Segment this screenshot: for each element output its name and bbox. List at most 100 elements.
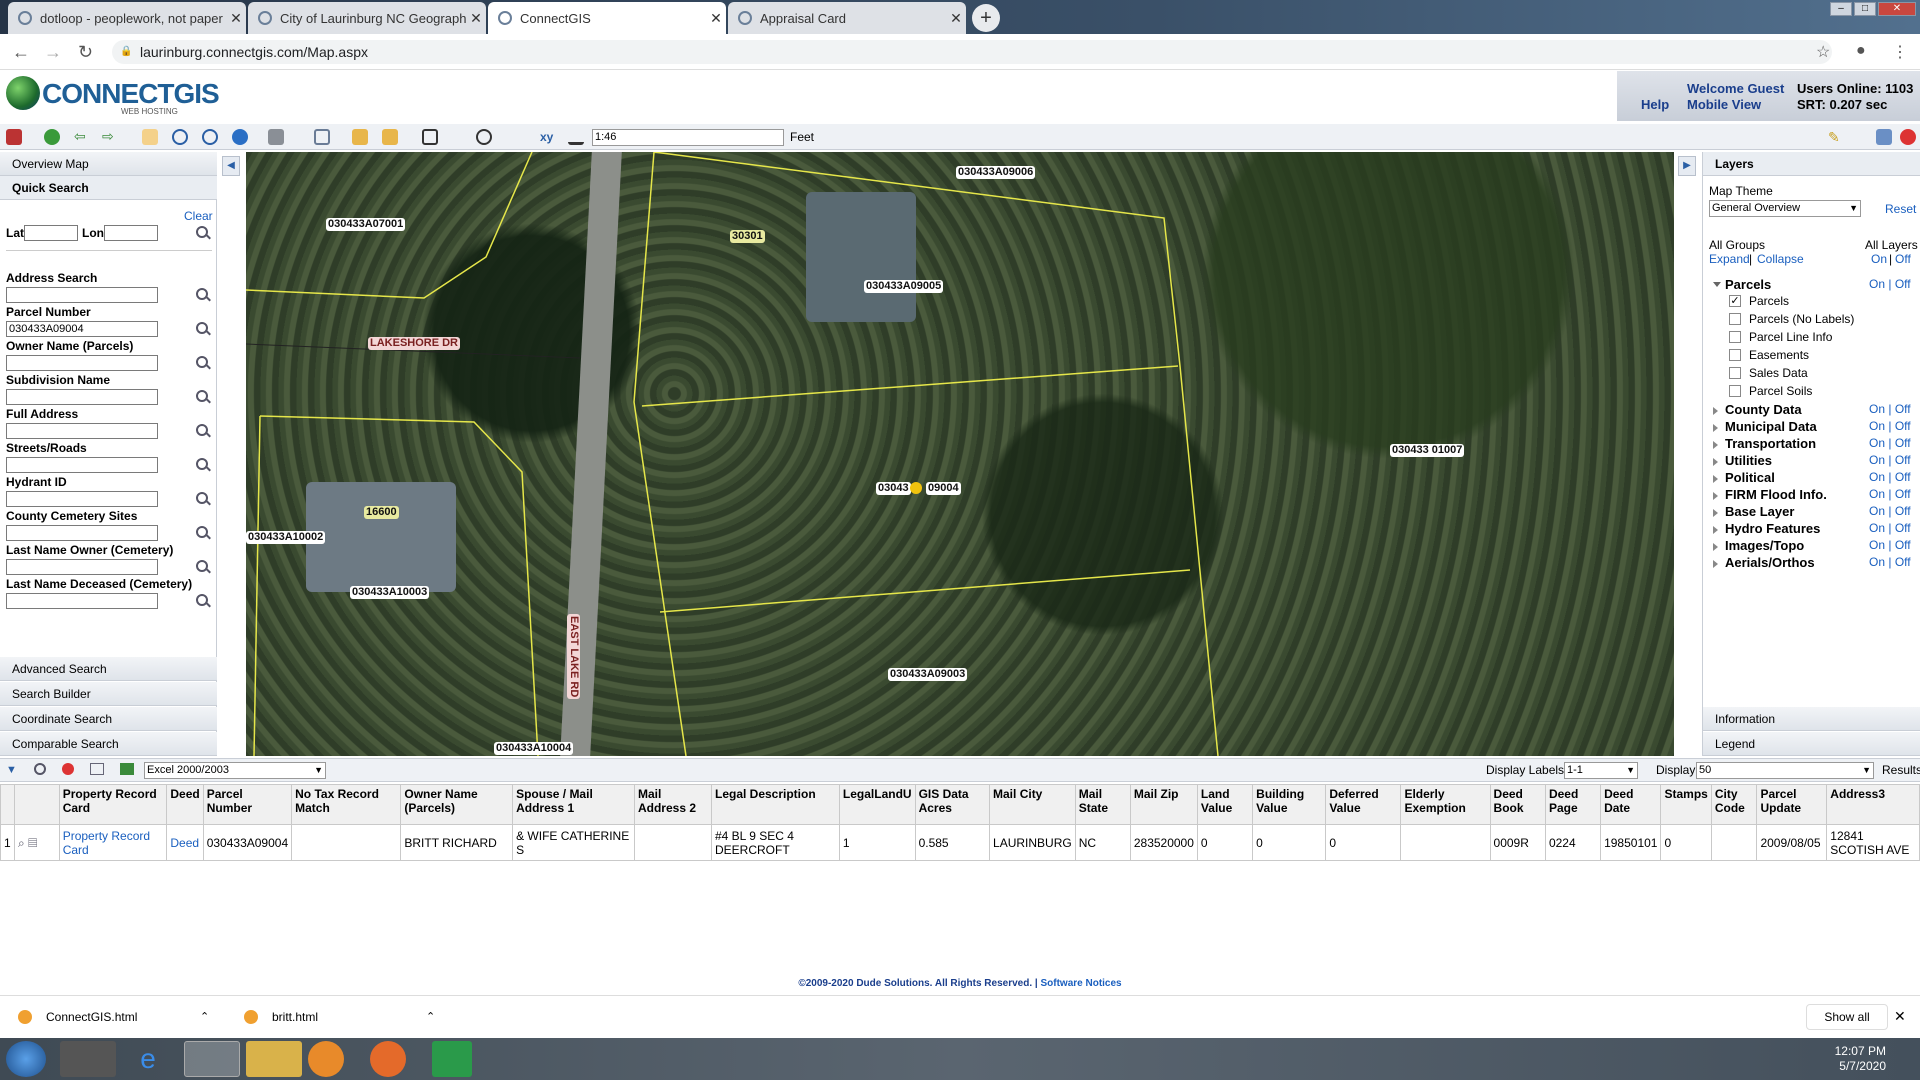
welcome-link[interactable]: Welcome Guest bbox=[1687, 81, 1784, 96]
collapsed-triangle-icon[interactable] bbox=[1713, 458, 1718, 466]
map-view[interactable]: 030433A07001 030433A09006 30301 030433A0… bbox=[246, 152, 1674, 756]
column-header[interactable]: Elderly Exemption bbox=[1400, 784, 1491, 825]
column-header[interactable]: Property Record Card bbox=[58, 784, 168, 825]
parcel-label[interactable]: 030433 01007 bbox=[1390, 444, 1465, 457]
column-header[interactable]: Parcel Update bbox=[1756, 784, 1828, 825]
export-format-select[interactable]: Excel 2000/2003 ▼ bbox=[144, 762, 326, 779]
download-item[interactable]: ConnectGIS.html ⌃ bbox=[14, 1004, 214, 1030]
zoom-icon[interactable]: ⌕ bbox=[18, 836, 25, 850]
open-folder-icon[interactable] bbox=[352, 129, 368, 145]
clear-results-icon[interactable] bbox=[62, 763, 74, 775]
collapsed-triangle-icon[interactable] bbox=[1713, 424, 1718, 432]
group-on-off[interactable]: On | Off bbox=[1869, 555, 1911, 569]
internet-explorer-icon[interactable]: e bbox=[120, 1041, 176, 1077]
group-on-off[interactable]: On | Off bbox=[1869, 470, 1911, 484]
tab-connectgis[interactable]: ConnectGIS ✕ bbox=[488, 2, 726, 34]
save-folder-icon[interactable] bbox=[382, 129, 398, 145]
column-header[interactable]: Stamps bbox=[1660, 784, 1712, 825]
show-all-button[interactable]: Show all bbox=[1806, 1004, 1888, 1030]
easements-checkbox[interactable] bbox=[1729, 349, 1741, 361]
close-icon[interactable]: ✕ bbox=[1894, 1008, 1906, 1025]
chrome-icon[interactable] bbox=[184, 1041, 240, 1077]
group-on-off[interactable]: On | Off bbox=[1869, 487, 1911, 501]
print-map-icon[interactable] bbox=[6, 129, 22, 145]
all-layers-off[interactable]: Off bbox=[1895, 252, 1911, 266]
edit-icon[interactable] bbox=[1876, 129, 1892, 145]
parcel-number-input[interactable]: 030433A09004 bbox=[6, 321, 158, 337]
column-header[interactable]: Building Value bbox=[1252, 784, 1327, 825]
tab-dotloop[interactable]: dotloop - peoplework, not paper ✕ bbox=[8, 2, 246, 34]
tab-laurinburg[interactable]: City of Laurinburg NC Geographic ✕ bbox=[248, 2, 486, 34]
search-icon[interactable] bbox=[196, 356, 208, 368]
address-search-input[interactable] bbox=[6, 287, 158, 303]
xy-coordinates-icon[interactable]: xy bbox=[540, 129, 556, 145]
clear-link[interactable]: Clear bbox=[184, 209, 213, 223]
table-row[interactable]: 1 ⌕ ▤ Property Record Card Deed 030433A0… bbox=[0, 824, 1920, 861]
advanced-search-header[interactable]: Advanced Search bbox=[0, 657, 217, 681]
collapsed-triangle-icon[interactable] bbox=[1713, 475, 1718, 483]
parcel-label[interactable]: 030433A10004 bbox=[494, 742, 574, 755]
zoom-out-icon[interactable] bbox=[202, 129, 218, 145]
column-header[interactable]: Address3 bbox=[1826, 784, 1920, 825]
deed-link[interactable]: Deed bbox=[170, 836, 199, 850]
group-on-off[interactable]: On | Off bbox=[1869, 277, 1911, 291]
group-on-off[interactable]: On | Off bbox=[1869, 419, 1911, 433]
tab-close-icon[interactable]: ✕ bbox=[226, 10, 246, 27]
address-label[interactable]: 30301 bbox=[730, 230, 765, 243]
file-explorer-icon[interactable] bbox=[246, 1041, 302, 1077]
column-header[interactable]: LegalLandU bbox=[838, 784, 916, 825]
measure-icon[interactable] bbox=[476, 129, 492, 145]
zoom-in-icon[interactable] bbox=[172, 129, 188, 145]
collapse-link[interactable]: Collapse bbox=[1757, 252, 1804, 266]
full-extent-icon[interactable] bbox=[44, 129, 60, 145]
parcel-label[interactable]: 030433A10003 bbox=[350, 586, 430, 599]
map-theme-select[interactable]: General Overview ▼ bbox=[1709, 200, 1861, 217]
group-on-off[interactable]: On | Off bbox=[1869, 402, 1911, 416]
cell[interactable]: Deed bbox=[166, 824, 204, 861]
parcel-label[interactable]: 030433A10002 bbox=[246, 531, 326, 544]
column-header[interactable]: Mail State bbox=[1074, 784, 1131, 825]
grid-select-icon[interactable] bbox=[422, 129, 438, 145]
collapse-right-panel-icon[interactable]: ▶ bbox=[1678, 156, 1696, 176]
url-input[interactable]: laurinburg.connectgis.com/Map.aspx bbox=[112, 40, 1832, 64]
hydrant-id-input[interactable] bbox=[6, 491, 158, 507]
lat-input[interactable] bbox=[24, 225, 78, 241]
display-labels-select[interactable]: 1-1 ▼ bbox=[1564, 762, 1638, 779]
search-icon[interactable] bbox=[196, 458, 208, 470]
parcel-label[interactable]: 09004 bbox=[926, 482, 961, 495]
pan-hand-icon[interactable] bbox=[142, 129, 158, 145]
cemetery-sites-input[interactable] bbox=[6, 525, 158, 541]
comparable-search-header[interactable]: Comparable Search bbox=[0, 732, 217, 756]
group-on-off[interactable]: On | Off bbox=[1869, 538, 1911, 552]
system-clock[interactable]: 12:07 PM 5/7/2020 bbox=[1835, 1044, 1886, 1074]
all-layers-on[interactable]: On bbox=[1871, 252, 1887, 266]
chevron-up-icon[interactable]: ⌃ bbox=[426, 1004, 435, 1030]
maximize-icon[interactable]: □ bbox=[1854, 2, 1876, 16]
group-hydro-features[interactable]: Hydro Features bbox=[1725, 521, 1820, 536]
minimize-icon[interactable]: – bbox=[1830, 2, 1852, 16]
previous-extent-icon[interactable]: ⇦ bbox=[74, 129, 90, 145]
forward-icon[interactable]: → bbox=[44, 42, 62, 63]
cell[interactable]: Property Record Card bbox=[58, 824, 168, 861]
collapsed-triangle-icon[interactable] bbox=[1713, 492, 1718, 500]
table-icon[interactable] bbox=[90, 763, 104, 775]
column-header[interactable]: Land Value bbox=[1196, 784, 1254, 825]
column-header[interactable]: Deferred Value bbox=[1325, 784, 1402, 825]
group-aerials-orthos[interactable]: Aerials/Orthos bbox=[1725, 555, 1815, 570]
column-header[interactable]: Spouse / Mail Address 1 bbox=[512, 784, 635, 825]
search-icon[interactable] bbox=[196, 390, 208, 402]
reset-link[interactable]: Reset bbox=[1885, 202, 1916, 216]
parcel-label[interactable]: 030433A09006 bbox=[956, 166, 1036, 179]
column-header[interactable]: Deed bbox=[166, 784, 204, 825]
collapsed-triangle-icon[interactable] bbox=[1713, 509, 1718, 517]
search-icon[interactable] bbox=[196, 322, 208, 334]
last-name-deceased-input[interactable] bbox=[6, 593, 158, 609]
group-images-topo[interactable]: Images/Topo bbox=[1725, 538, 1804, 553]
collapsed-triangle-icon[interactable] bbox=[1713, 543, 1718, 551]
subdivision-name-input[interactable] bbox=[6, 389, 158, 405]
streets-roads-input[interactable] bbox=[6, 457, 158, 473]
help-link[interactable]: Help bbox=[1641, 97, 1669, 112]
column-header[interactable]: No Tax Record Match bbox=[291, 784, 402, 825]
selected-parcel-marker-icon[interactable] bbox=[910, 482, 922, 494]
identify-icon[interactable] bbox=[232, 129, 248, 145]
